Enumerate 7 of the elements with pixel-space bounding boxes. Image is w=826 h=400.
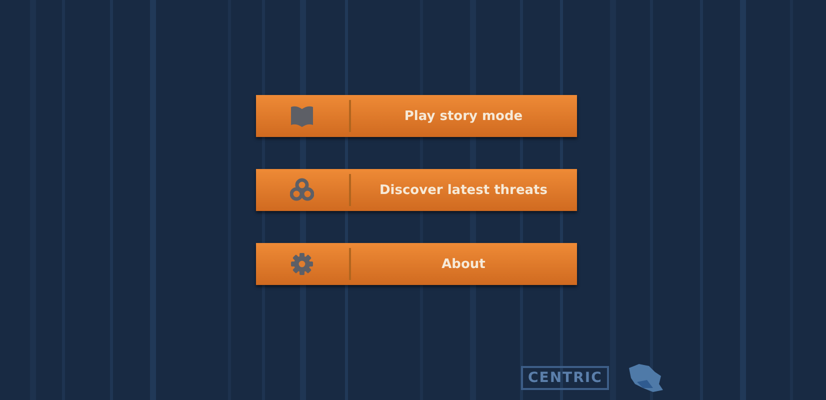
menu-button[interactable]: Discover latest threats xyxy=(256,169,576,211)
book-icon xyxy=(290,105,314,127)
settings-icon xyxy=(291,253,313,275)
menu-button[interactable]: Play story mode xyxy=(256,95,576,137)
menu-button[interactable]: About xyxy=(256,243,576,285)
logo: CENTRIC xyxy=(521,366,610,390)
biohazard-icon xyxy=(290,178,314,202)
